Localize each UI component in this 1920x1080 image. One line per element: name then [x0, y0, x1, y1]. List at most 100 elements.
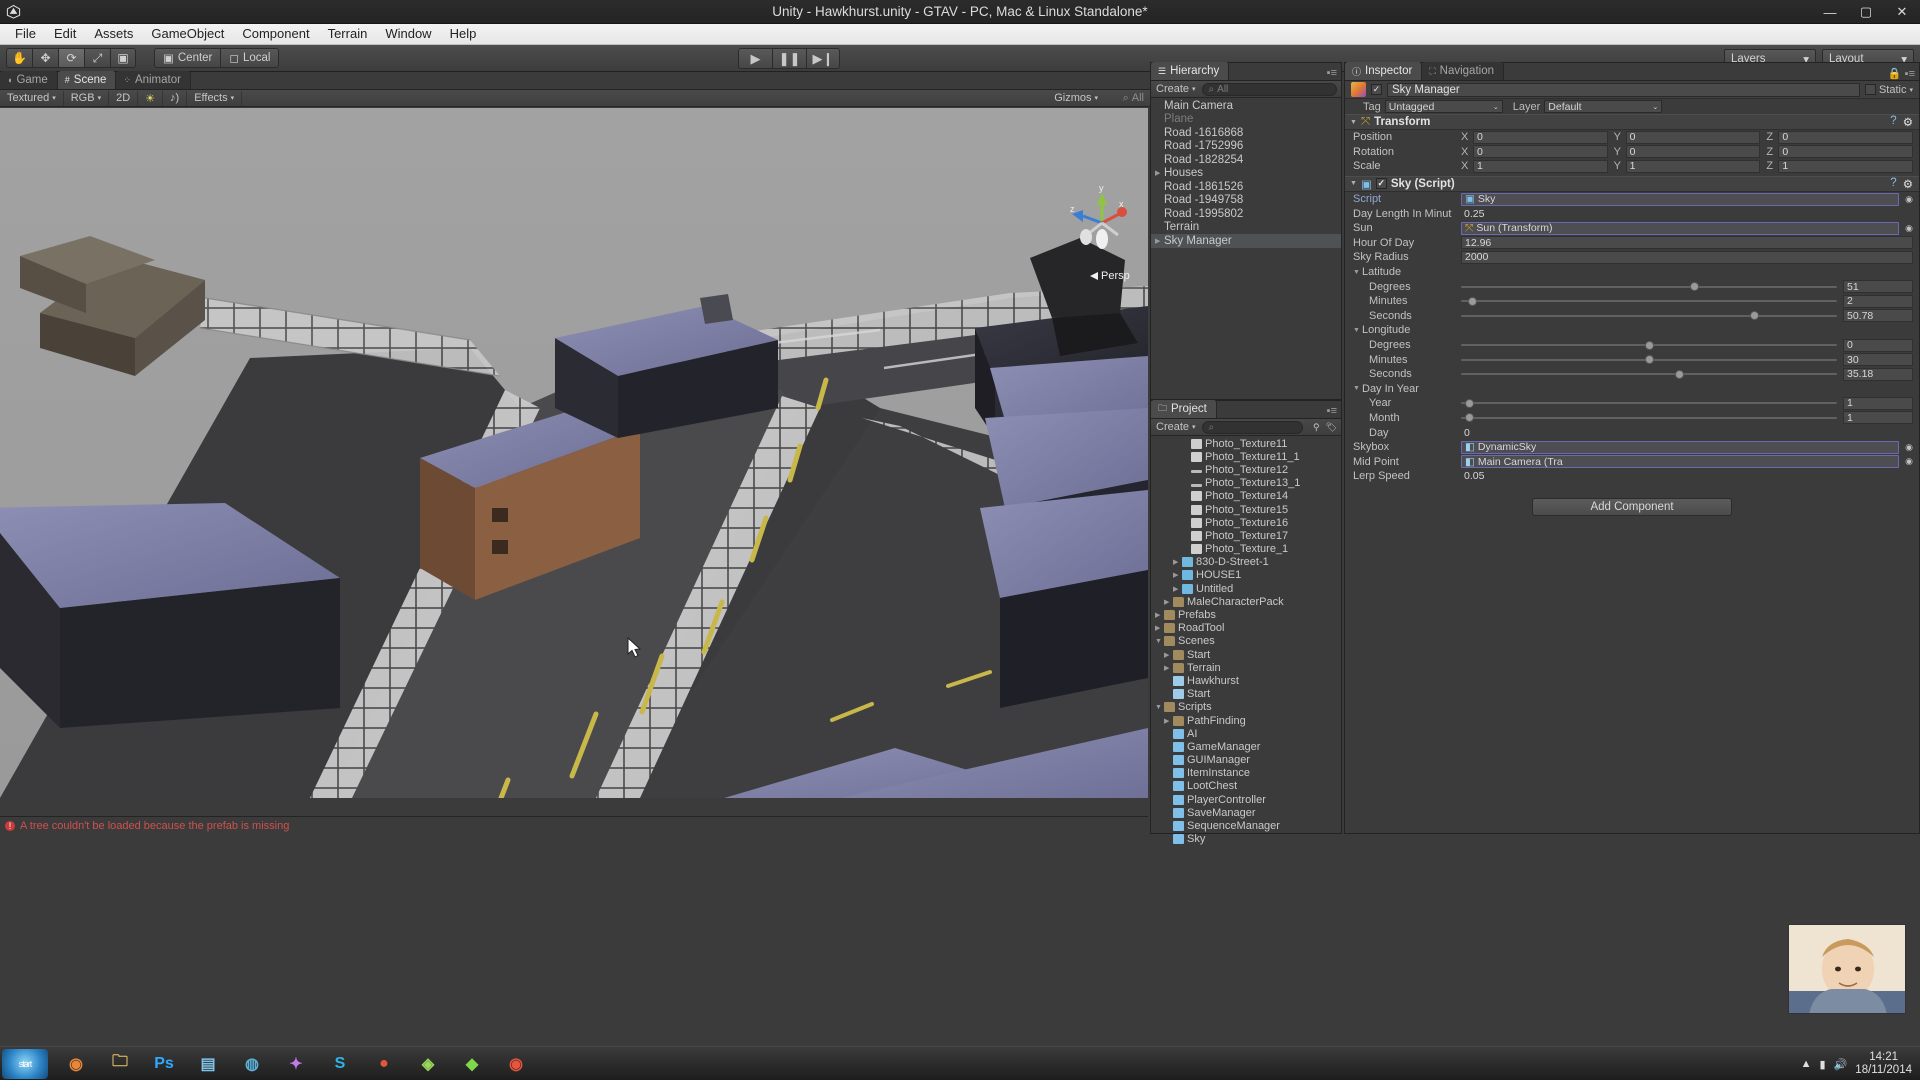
- tab-scene[interactable]: # Scene: [57, 71, 117, 89]
- taskbar-icon-sparkle[interactable]: ✦: [276, 1049, 316, 1079]
- pause-button[interactable]: ❚❚: [772, 48, 806, 69]
- taskbar-icon-folder[interactable]: 🗀: [100, 1049, 140, 1079]
- project-item[interactable]: ▶ GUIManager: [1151, 754, 1341, 767]
- project-label-icon[interactable]: 🏷: [1326, 422, 1337, 433]
- hour-of-day-input[interactable]: 12.96: [1461, 236, 1913, 250]
- project-item[interactable]: ▼ Scenes: [1151, 635, 1341, 648]
- object-picker-icon[interactable]: ◉: [1905, 456, 1913, 467]
- volume-icon[interactable]: 🔊: [1834, 1058, 1848, 1071]
- transform-position-y-input[interactable]: 0: [1625, 130, 1761, 144]
- close-button[interactable]: ✕: [1884, 0, 1920, 24]
- gameobject-name-field[interactable]: Sky Manager: [1387, 82, 1860, 97]
- start-button[interactable]: start: [2, 1048, 48, 1079]
- transform-component-header[interactable]: ▼ ⤧ Transform ? ⚙: [1345, 114, 1919, 130]
- taskbar-icon-unity-2[interactable]: ◆: [452, 1049, 492, 1079]
- skybox-object-field[interactable]: ◧ DynamicSky: [1461, 440, 1900, 454]
- transform-position-x-input[interactable]: 0: [1473, 130, 1608, 144]
- foldout-arrow-icon[interactable]: ▼: [1353, 269, 1362, 276]
- project-options-icon[interactable]: ▪≡: [1327, 405, 1337, 417]
- hand-tool[interactable]: ✋: [6, 48, 32, 68]
- lerp-speed-input[interactable]: 0.05: [1461, 470, 1913, 483]
- hierarchy-search-input[interactable]: ⌕ All: [1201, 82, 1337, 96]
- project-item[interactable]: ▶ Photo_Texture_1: [1151, 543, 1341, 556]
- network-icon[interactable]: ▮: [1820, 1058, 1826, 1071]
- menu-item-terrain[interactable]: Terrain: [319, 24, 377, 44]
- hierarchy-item[interactable]: ▶Road -1828254: [1151, 153, 1341, 167]
- longitude-degrees-slider[interactable]: [1461, 339, 1837, 351]
- foldout-arrow-icon[interactable]: ▶: [1155, 196, 1164, 204]
- project-create-dropdown[interactable]: Create ▾: [1156, 421, 1196, 433]
- foldout-arrow-icon[interactable]: ▼: [1353, 385, 1362, 392]
- sky-group-header[interactable]: ▼ Longitude: [1345, 323, 1919, 338]
- project-item[interactable]: ▶ Hawkhurst: [1151, 674, 1341, 687]
- slider-knob[interactable]: [1468, 296, 1478, 306]
- render-mode-dropdown[interactable]: RGB ▾: [64, 90, 110, 106]
- transform-scale-z-input[interactable]: 1: [1778, 159, 1914, 173]
- hierarchy-item[interactable]: ▶Road -1995802: [1151, 207, 1341, 221]
- sky-script-component-header[interactable]: ▼ ▣ ✓ Sky (Script) ? ⚙: [1345, 175, 1919, 192]
- tray-expand-icon[interactable]: ▲: [1801, 1058, 1812, 1070]
- tab-navigation[interactable]: ⛶ Navigation: [1422, 62, 1504, 80]
- project-item[interactable]: ▶ AI: [1151, 727, 1341, 740]
- pivot-mode-button[interactable]: ▣ Center: [154, 48, 221, 68]
- menu-item-file[interactable]: File: [6, 24, 45, 44]
- project-item[interactable]: ▶ Prefabs: [1151, 608, 1341, 621]
- day-in-year-year-slider[interactable]: [1461, 397, 1837, 409]
- scene-viewport[interactable]: y x z Persp: [0, 108, 1148, 798]
- menu-item-gameobject[interactable]: GameObject: [142, 24, 233, 44]
- slider-knob[interactable]: [1675, 369, 1685, 379]
- object-picker-icon[interactable]: ◉: [1905, 223, 1913, 234]
- day-in-year-day-input[interactable]: 0: [1461, 426, 1531, 439]
- foldout-arrow-icon[interactable]: ▶: [1173, 571, 1182, 579]
- project-item[interactable]: ▶ Photo_Texture11_1: [1151, 450, 1341, 463]
- project-item[interactable]: ▶ Untitled: [1151, 582, 1341, 595]
- project-item[interactable]: ▶ Sky: [1151, 833, 1341, 846]
- scene-audio-toggle[interactable]: ♪): [163, 90, 188, 106]
- project-item[interactable]: ▶ 830-D-Street-1: [1151, 556, 1341, 569]
- taskbar-icon-record-2[interactable]: ◉: [496, 1049, 536, 1079]
- sky-group-header[interactable]: ▼ Day In Year: [1345, 382, 1919, 397]
- transform-position-z-input[interactable]: 0: [1778, 130, 1914, 144]
- slider-knob[interactable]: [1464, 413, 1474, 423]
- menu-item-assets[interactable]: Assets: [85, 24, 142, 44]
- project-item[interactable]: ▶ Start: [1151, 688, 1341, 701]
- mid-point-object-field[interactable]: ◧ Main Camera (Tra: [1461, 455, 1900, 469]
- project-item[interactable]: ▶ SaveManager: [1151, 806, 1341, 819]
- foldout-arrow-icon[interactable]: ▶: [1164, 717, 1173, 725]
- project-item[interactable]: ▶ HOUSE1: [1151, 569, 1341, 582]
- project-item[interactable]: ▶ PlayerController: [1151, 793, 1341, 806]
- foldout-arrow-icon[interactable]: ▶: [1155, 102, 1164, 110]
- inspector-lock-icon[interactable]: 🔒 ▪≡: [1888, 67, 1915, 80]
- scene-lighting-toggle[interactable]: ☀: [138, 90, 164, 106]
- tab-inspector[interactable]: ⓘ Inspector: [1345, 62, 1423, 80]
- space-mode-button[interactable]: ◻ Local: [220, 48, 280, 68]
- longitude-minutes-slider[interactable]: [1461, 354, 1837, 366]
- project-item[interactable]: ▶ Photo_Texture14: [1151, 490, 1341, 503]
- taskbar-clock[interactable]: 14:21 18/11/2014: [1855, 1051, 1912, 1077]
- taskbar-icon-record[interactable]: ●: [364, 1049, 404, 1079]
- tab-hierarchy[interactable]: ☰ Hierarchy: [1151, 62, 1230, 80]
- transform-scale-y-input[interactable]: 1: [1625, 159, 1761, 173]
- taskbar-icon-firefox[interactable]: ◉: [56, 1049, 96, 1079]
- add-component-button[interactable]: Add Component: [1532, 497, 1732, 516]
- latitude-seconds-slider[interactable]: [1461, 310, 1837, 322]
- static-toggle[interactable]: Static ▾: [1864, 84, 1913, 96]
- taskbar-icon-unity-1[interactable]: ◈: [408, 1049, 448, 1079]
- step-button[interactable]: ▶❙: [806, 48, 840, 69]
- latitude-seconds-input[interactable]: 50.78: [1843, 309, 1913, 323]
- project-filter-icon[interactable]: ⚲: [1313, 422, 1320, 433]
- foldout-arrow-icon[interactable]: ▶: [1155, 142, 1164, 150]
- draw-mode-dropdown[interactable]: Textured ▾: [0, 90, 64, 106]
- tag-dropdown[interactable]: Untagged ⌄: [1384, 100, 1503, 113]
- hierarchy-options-icon[interactable]: ▪≡: [1327, 67, 1337, 79]
- project-item[interactable]: ▶ ItemInstance: [1151, 767, 1341, 780]
- hierarchy-item[interactable]: ▶Terrain: [1151, 221, 1341, 235]
- project-item[interactable]: ▶ Terrain: [1151, 661, 1341, 674]
- foldout-arrow-icon[interactable]: ▶: [1155, 183, 1164, 191]
- object-picker-icon[interactable]: ◉: [1905, 194, 1913, 205]
- transform-rotation-x-input[interactable]: 0: [1473, 145, 1608, 159]
- longitude-seconds-input[interactable]: 35.18: [1843, 367, 1913, 381]
- maximize-button[interactable]: ▢: [1848, 0, 1884, 24]
- project-item[interactable]: ▶ Start: [1151, 648, 1341, 661]
- project-item[interactable]: ▶ RoadTool: [1151, 622, 1341, 635]
